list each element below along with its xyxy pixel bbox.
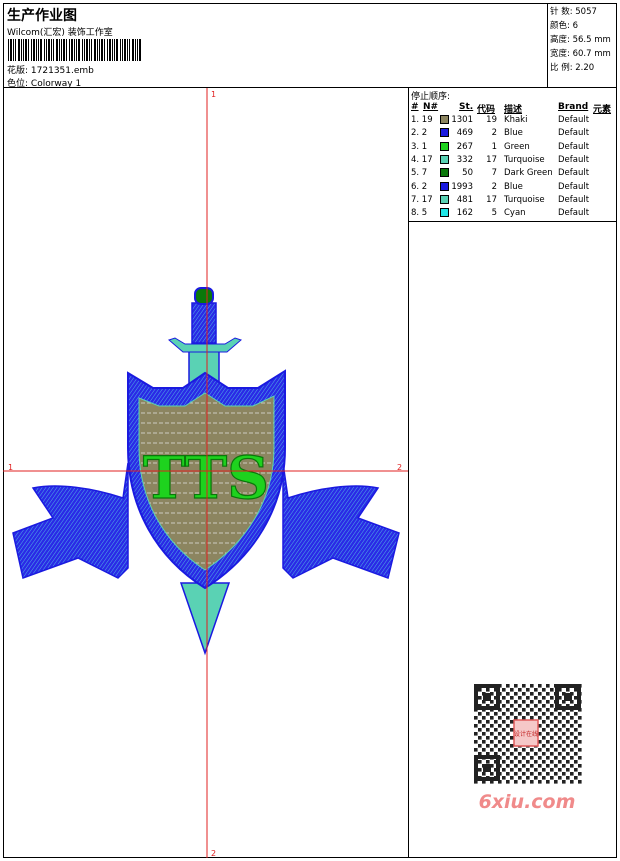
cell-num: 6. 2 [411, 181, 428, 192]
cell-num: 2. 2 [411, 128, 428, 139]
table-row: 3. 1 267 1 Green Default [409, 141, 617, 155]
cell-num: 1. 19 [411, 115, 433, 125]
color-swatch [440, 141, 449, 151]
color-swatch [440, 128, 449, 138]
color-swatch [440, 154, 449, 164]
color-swatch [440, 168, 449, 178]
axis-marker-bottom: 2 [211, 849, 216, 858]
axis-marker-right: 2 [397, 463, 402, 472]
left-wing-shape [12, 462, 129, 579]
cell-st: 469 [456, 128, 473, 139]
cell-desc: Turquoise [504, 194, 545, 205]
col-desc: 描述 [504, 105, 523, 115]
cell-desc: Dark Green [504, 168, 553, 179]
col-brand: Brand [558, 102, 589, 112]
table-row: 2. 2 469 2 Blue Default [409, 128, 617, 141]
cell-st: 332 [456, 154, 473, 165]
cell-brand: Default [558, 128, 590, 139]
cell-st: 1993 [451, 181, 473, 192]
color-swatch [440, 194, 449, 204]
cell-brand: Default [558, 141, 590, 152]
design-file-name: 1721351.emb [30, 66, 94, 76]
right-wing-shape [282, 462, 400, 579]
cell-num: 5. 7 [411, 168, 428, 179]
color-swatch [440, 208, 449, 218]
stat-colors: 颜色: 6 [550, 21, 578, 31]
stat-stitches: 针 数: 5057 [550, 7, 597, 17]
cell-code: 19 [486, 115, 497, 125]
table-row: 7. 17 481 17 Turquoise Default [409, 194, 617, 208]
cell-code: 17 [486, 194, 497, 205]
cell-code: 2 [491, 128, 497, 139]
cell-st: 481 [456, 194, 473, 205]
sword-pommel [194, 287, 214, 305]
col-st: St. [459, 102, 474, 112]
axis-marker-left: 1 [8, 463, 13, 472]
color-swatch [440, 181, 449, 191]
table-title: 停止顺序: [411, 92, 451, 102]
cell-brand: Default [558, 194, 590, 205]
cell-st: 50 [462, 168, 473, 179]
cell-desc: Khaki [504, 115, 528, 125]
header-panel: 生产作业图 Wilcom(汇宏) 装饰工作室 花版: 1721351.emb 色… [3, 3, 548, 89]
shield-letters: TTS [143, 444, 269, 512]
col-code: 代码 [477, 105, 496, 115]
page-title: 生产作业图 [7, 8, 77, 24]
watermark-text: 6xiu.com [479, 791, 576, 813]
cell-code: 5 [491, 208, 497, 219]
stat-ratio: 比 例: 2.20 [550, 63, 595, 73]
stat-height: 高度: 56.5 mm [550, 35, 611, 45]
cell-desc: Turquoise [504, 154, 545, 165]
qr-code-icon: 设计在线 6xiu.com [470, 680, 585, 813]
cell-brand: Default [558, 181, 590, 192]
color-swatch [440, 115, 449, 124]
cell-brand: Default [558, 208, 590, 219]
cell-code: 1 [491, 141, 497, 152]
table-row: 8. 5 162 5 Cyan Default [409, 208, 617, 221]
cell-brand: Default [558, 168, 590, 179]
table-row: 5. 7 50 7 Dark Green Default [409, 168, 617, 181]
embroidery-design: TTS 1 2 1 2 [3, 88, 408, 858]
cell-code: 17 [486, 154, 497, 165]
cell-desc: Green [504, 141, 530, 152]
col-n: N# [423, 102, 439, 112]
axis-marker-top: 1 [211, 90, 216, 99]
sword-grip [191, 302, 217, 344]
stat-width: 宽度: 60.7 mm [550, 49, 611, 59]
cell-code: 7 [491, 168, 497, 179]
barcode-icon [8, 39, 141, 61]
sword-blade-tip [179, 582, 231, 656]
cell-desc: Cyan [504, 208, 526, 219]
cell-num: 8. 5 [411, 208, 428, 219]
qr-stamp-text: 设计在线 [514, 730, 538, 738]
cell-num: 7. 17 [411, 194, 433, 205]
company-name: Wilcom(汇宏) 装饰工作室 [7, 28, 113, 38]
table-row: 1. 19 1301 19 Khaki Default [409, 115, 617, 128]
table-row: 6. 2 1993 2 Blue Default [409, 181, 617, 195]
cell-st: 1301 [451, 115, 473, 125]
cell-brand: Default [558, 154, 590, 165]
cell-desc: Blue [504, 128, 523, 139]
stats-panel: 针 数: 5057 颜色: 6 高度: 56.5 mm 宽度: 60.7 mm … [548, 3, 617, 88]
cell-st: 267 [456, 141, 473, 152]
design-preview: TTS 1 2 1 2 [3, 88, 409, 858]
cell-desc: Blue [504, 181, 523, 192]
cell-num: 3. 1 [411, 141, 428, 152]
cell-code: 2 [491, 181, 497, 192]
design-file-label: 花版: [7, 66, 29, 76]
cell-brand: Default [558, 115, 590, 125]
design-file: 花版: 1721351.emb [7, 63, 94, 76]
stop-sequence-table: 停止顺序: # N# St. 代码 描述 Brand 元素 1. 19 1301 1… [409, 88, 617, 222]
cell-num: 4. 17 [411, 154, 433, 165]
cell-st: 162 [456, 208, 473, 219]
table-row: 4. 17 332 17 Turquoise Default [409, 154, 617, 168]
col-elem: 元素 [593, 105, 612, 115]
col-num: # [411, 102, 419, 112]
